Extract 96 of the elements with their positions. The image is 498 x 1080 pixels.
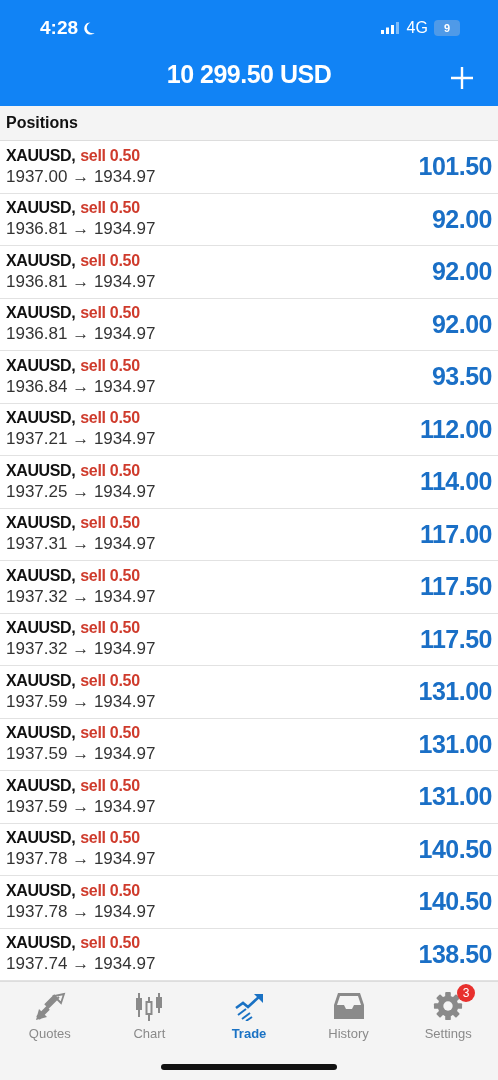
- symbol-label: XAUUSD,: [6, 409, 76, 428]
- order-label: sell 0.50: [80, 304, 140, 323]
- tab[interactable]: Trade: [204, 983, 294, 1041]
- order-label: sell 0.50: [80, 146, 140, 165]
- status-time: 4:28: [40, 17, 79, 39]
- symbol-label: XAUUSD,: [6, 304, 76, 323]
- network-label: 4G: [406, 19, 428, 37]
- price-change: 1937.25 → 1934.97: [6, 481, 156, 502]
- position-row[interactable]: XAUUSD, sell 0.50 1936.81 → 1934.97 92.00: [0, 246, 498, 299]
- position-row[interactable]: XAUUSD, sell 0.50 1937.74 → 1934.97 138.50: [0, 928, 498, 981]
- price-change: 1937.59 → 1934.97: [6, 691, 156, 712]
- order-label: sell 0.50: [80, 356, 140, 375]
- symbol-label: XAUUSD,: [6, 881, 76, 900]
- symbol-label: XAUUSD,: [6, 356, 76, 375]
- order-label: sell 0.50: [80, 724, 140, 743]
- profit-value: 131.00: [418, 729, 492, 759]
- account-balance: 10 299.50 USD: [166, 59, 332, 89]
- price-change: 1937.32 → 1934.97: [6, 586, 156, 607]
- profit-value: 117.00: [419, 519, 492, 549]
- position-row[interactable]: XAUUSD, sell 0.50 1937.32 → 1934.97 117.50: [0, 613, 498, 666]
- profit-value: 93.50: [431, 362, 492, 392]
- diagonal-arrows-icon: [33, 992, 66, 1020]
- profit-value: 92.00: [431, 257, 492, 287]
- profit-value: 92.00: [431, 204, 492, 234]
- position-row[interactable]: XAUUSD, sell 0.50 1937.21 → 1934.97 112.00: [0, 403, 498, 456]
- price-change: 1936.84 → 1934.97: [6, 376, 156, 397]
- tab[interactable]: 3 Settings: [403, 983, 494, 1041]
- order-label: sell 0.50: [80, 566, 140, 585]
- symbol-label: XAUUSD,: [6, 776, 76, 795]
- position-row[interactable]: XAUUSD, sell 0.50 1937.59 → 1934.97 131.00: [0, 771, 498, 824]
- symbol-label: XAUUSD,: [6, 199, 76, 218]
- order-label: sell 0.50: [80, 829, 140, 848]
- add-button[interactable]: [450, 66, 474, 90]
- profit-value: 92.00: [431, 309, 492, 339]
- battery-indicator: 9: [433, 20, 460, 36]
- profit-value: 117.50: [419, 624, 492, 654]
- symbol-label: XAUUSD,: [6, 566, 76, 585]
- order-label: sell 0.50: [80, 199, 140, 218]
- profit-value: 114.00: [419, 467, 492, 497]
- symbol-label: XAUUSD,: [6, 619, 76, 638]
- profit-value: 138.50: [418, 939, 492, 969]
- symbol-label: XAUUSD,: [6, 829, 76, 848]
- inbox-icon: [332, 991, 365, 1021]
- profit-value: 140.50: [418, 887, 492, 917]
- price-change: 1937.78 → 1934.97: [6, 901, 156, 922]
- symbol-label: XAUUSD,: [6, 724, 76, 743]
- symbol-label: XAUUSD,: [6, 514, 76, 533]
- moon-icon: [81, 20, 97, 36]
- order-label: sell 0.50: [80, 251, 140, 270]
- symbol-label: XAUUSD,: [6, 146, 76, 165]
- position-row[interactable]: XAUUSD, sell 0.50 1937.59 → 1934.97 131.00: [0, 666, 498, 719]
- profit-value: 131.00: [418, 782, 492, 812]
- symbol-label: XAUUSD,: [6, 671, 76, 690]
- position-row[interactable]: XAUUSD, sell 0.50 1936.81 → 1934.97 92.00: [0, 193, 498, 246]
- symbol-label: XAUUSD,: [6, 934, 76, 953]
- position-row[interactable]: XAUUSD, sell 0.50 1936.81 → 1934.97 92.00: [0, 298, 498, 351]
- order-label: sell 0.50: [80, 409, 140, 428]
- position-row[interactable]: XAUUSD, sell 0.50 1937.32 → 1934.97 117.50: [0, 561, 498, 614]
- notification-badge: 3: [457, 984, 476, 1002]
- section-title: Positions: [6, 114, 78, 132]
- position-row[interactable]: XAUUSD, sell 0.50 1937.78 → 1934.97 140.50: [0, 823, 498, 876]
- order-label: sell 0.50: [80, 776, 140, 795]
- symbol-label: XAUUSD,: [6, 461, 76, 480]
- profit-value: 112.00: [419, 414, 492, 444]
- position-row[interactable]: XAUUSD, sell 0.50 1937.25 → 1934.97 114.00: [0, 456, 498, 509]
- position-row[interactable]: XAUUSD, sell 0.50 1937.00 → 1934.97 101.50: [0, 141, 498, 194]
- order-label: sell 0.50: [80, 619, 140, 638]
- profit-value: 117.50: [419, 572, 492, 602]
- position-row[interactable]: XAUUSD, sell 0.50 1937.59 → 1934.97 131.00: [0, 718, 498, 771]
- position-row[interactable]: XAUUSD, sell 0.50 1936.84 → 1934.97 93.50: [0, 351, 498, 404]
- price-change: 1936.81 → 1934.97: [6, 271, 156, 292]
- candlestick-icon: [134, 991, 165, 1021]
- position-row[interactable]: XAUUSD, sell 0.50 1937.31 → 1934.97 117.00: [0, 508, 498, 561]
- order-label: sell 0.50: [80, 671, 140, 690]
- order-label: sell 0.50: [80, 881, 140, 900]
- order-label: sell 0.50: [80, 461, 140, 480]
- price-change: 1937.78 → 1934.97: [6, 849, 156, 870]
- price-change: 1937.59 → 1934.97: [6, 796, 156, 817]
- price-change: 1937.59 → 1934.97: [6, 744, 156, 765]
- position-row[interactable]: XAUUSD, sell 0.50 1937.78 → 1934.97 140.50: [0, 876, 498, 929]
- order-label: sell 0.50: [80, 514, 140, 533]
- gear-icon: [433, 991, 464, 1021]
- price-change: 1937.00 → 1934.97: [6, 166, 156, 187]
- order-label: sell 0.50: [80, 934, 140, 953]
- price-change: 1936.81 → 1934.97: [6, 219, 156, 240]
- profit-value: 140.50: [418, 834, 492, 864]
- price-change: 1937.21 → 1934.97: [6, 429, 156, 450]
- price-change: 1936.81 → 1934.97: [6, 324, 156, 345]
- profit-value: 101.50: [418, 152, 492, 182]
- signal-icon: [380, 22, 401, 34]
- symbol-label: XAUUSD,: [6, 251, 76, 270]
- price-change: 1937.32 → 1934.97: [6, 639, 156, 660]
- profit-value: 131.00: [418, 677, 492, 707]
- trend-arrow-icon: [233, 991, 265, 1021]
- price-change: 1937.31 → 1934.97: [6, 534, 156, 555]
- price-change: 1937.74 → 1934.97: [6, 954, 156, 975]
